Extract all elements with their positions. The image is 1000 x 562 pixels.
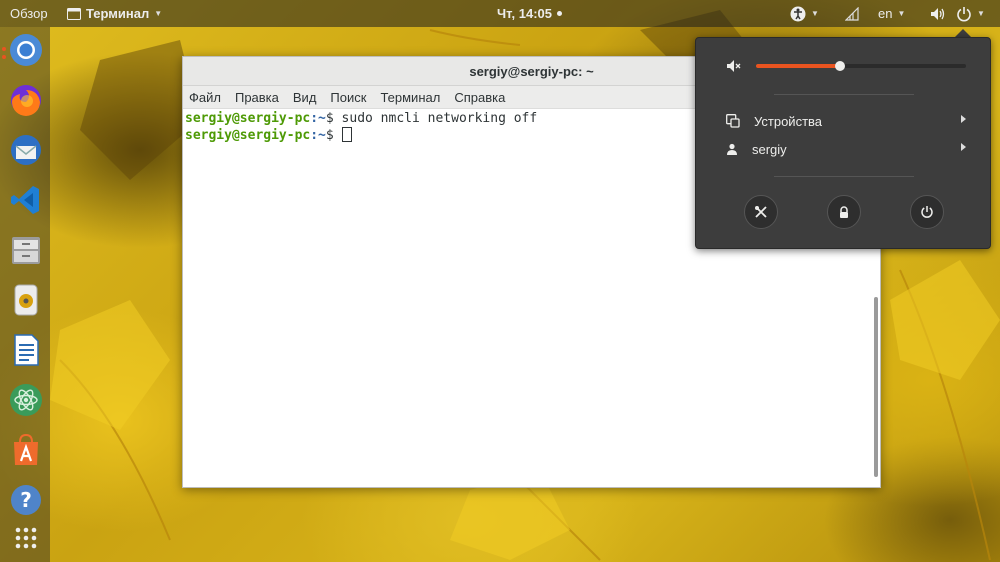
volume-slider[interactable] <box>756 61 966 71</box>
app-menu-label: Терминал <box>86 6 150 21</box>
keyboard-layout-button[interactable]: en ▼ <box>878 0 905 27</box>
clock-label: Чт, 14:05 <box>497 6 552 21</box>
scrollbar[interactable] <box>874 297 878 477</box>
software-center-icon <box>14 433 38 465</box>
rhythmbox-icon <box>14 284 38 316</box>
volume-slider-handle[interactable] <box>835 61 845 71</box>
show-apps-icon <box>15 527 37 549</box>
separator <box>774 94 914 95</box>
prompt-symbol: $ <box>325 128 342 143</box>
volume-icon <box>931 7 945 20</box>
show-applications-button[interactable] <box>8 520 44 556</box>
top-bar: Обзор Терминал ▼ Чт, 14:05 ▼ en ▼ ▼ <box>0 0 1000 27</box>
terminal-app-icon <box>67 7 81 20</box>
devices-icon <box>726 114 740 128</box>
menu-edit[interactable]: Правка <box>235 90 279 105</box>
chevron-down-icon: ▼ <box>977 9 985 18</box>
lock-button[interactable] <box>827 195 861 229</box>
activities-button[interactable]: Обзор <box>10 0 48 27</box>
power-icon <box>957 6 971 21</box>
settings-icon <box>755 206 767 218</box>
files-icon <box>12 237 40 264</box>
thunderbird-launcher[interactable] <box>8 132 44 168</box>
libreoffice-writer-launcher[interactable] <box>8 332 44 368</box>
user-icon <box>727 143 737 155</box>
prompt-path: :~ <box>310 128 326 143</box>
chevron-down-icon: ▼ <box>154 9 163 18</box>
rhythmbox-launcher[interactable] <box>8 282 44 318</box>
software-center-launcher[interactable] <box>8 432 44 468</box>
notification-dot-icon <box>557 11 562 16</box>
vscode-icon <box>11 186 39 214</box>
vscode-launcher[interactable] <box>8 182 44 218</box>
volume-slider-fill <box>756 64 840 68</box>
menu-help[interactable]: Справка <box>454 90 505 105</box>
prompt-path: :~ <box>310 111 326 126</box>
system-menu-button[interactable]: ▼ <box>956 0 985 27</box>
firefox-launcher[interactable] <box>8 82 44 118</box>
atom-icon <box>10 384 42 416</box>
lock-icon <box>840 206 848 218</box>
devices-menu-item[interactable]: Устройства <box>726 110 966 132</box>
running-indicator <box>2 55 6 59</box>
clock-button[interactable]: Чт, 14:05 <box>497 0 562 27</box>
thunderbird-icon <box>11 135 41 165</box>
volume-row <box>726 58 966 74</box>
dock: ? <box>0 27 50 562</box>
power-icon <box>921 206 933 218</box>
keyboard-layout-label: en <box>878 6 893 21</box>
svg-text:?: ? <box>20 488 32 512</box>
help-icon: ? <box>11 485 41 515</box>
network-indicator[interactable] <box>845 0 859 27</box>
help-launcher[interactable]: ? <box>8 482 44 518</box>
chevron-down-icon: ▼ <box>811 9 819 18</box>
menu-terminal[interactable]: Терминал <box>380 90 440 105</box>
devices-label: Устройства <box>754 113 823 129</box>
volume-muted-icon <box>727 60 741 72</box>
user-label: sergiy <box>752 141 787 157</box>
files-launcher[interactable] <box>8 232 44 268</box>
activities-label: Обзор <box>10 6 48 21</box>
volume-indicator[interactable] <box>930 0 946 27</box>
settings-button[interactable] <box>744 195 778 229</box>
user-menu-item[interactable]: sergiy <box>726 138 966 160</box>
prompt-user: sergiy@sergiy-pc <box>185 111 311 126</box>
running-indicator <box>2 47 6 51</box>
libreoffice-writer-icon <box>14 334 39 366</box>
separator <box>774 176 914 177</box>
menu-search[interactable]: Поиск <box>330 90 366 105</box>
chevron-right-icon <box>961 143 966 151</box>
menu-file[interactable]: Файл <box>189 90 221 105</box>
network-offline-icon <box>845 6 859 21</box>
power-off-button[interactable] <box>910 195 944 229</box>
chromium-icon <box>10 34 42 66</box>
chevron-right-icon <box>961 115 966 123</box>
prompt-symbol: $ <box>325 111 342 126</box>
prompt-user: sergiy@sergiy-pc <box>185 128 311 143</box>
chromium-launcher[interactable] <box>8 32 44 68</box>
atom-launcher[interactable] <box>8 382 44 418</box>
chevron-down-icon: ▼ <box>897 9 906 18</box>
text-cursor <box>341 127 352 142</box>
app-menu-button[interactable]: Терминал ▼ <box>67 0 162 27</box>
system-menu-popover: Устройства sergiy <box>695 37 991 249</box>
accessibility-menu-button[interactable]: ▼ <box>790 0 819 27</box>
menu-view[interactable]: Вид <box>293 90 317 105</box>
window-title: sergiy@sergiy-pc: ~ <box>469 64 594 79</box>
firefox-icon <box>11 85 41 116</box>
command-text: sudo nmcli networking off <box>341 111 538 126</box>
accessibility-icon <box>790 6 806 21</box>
